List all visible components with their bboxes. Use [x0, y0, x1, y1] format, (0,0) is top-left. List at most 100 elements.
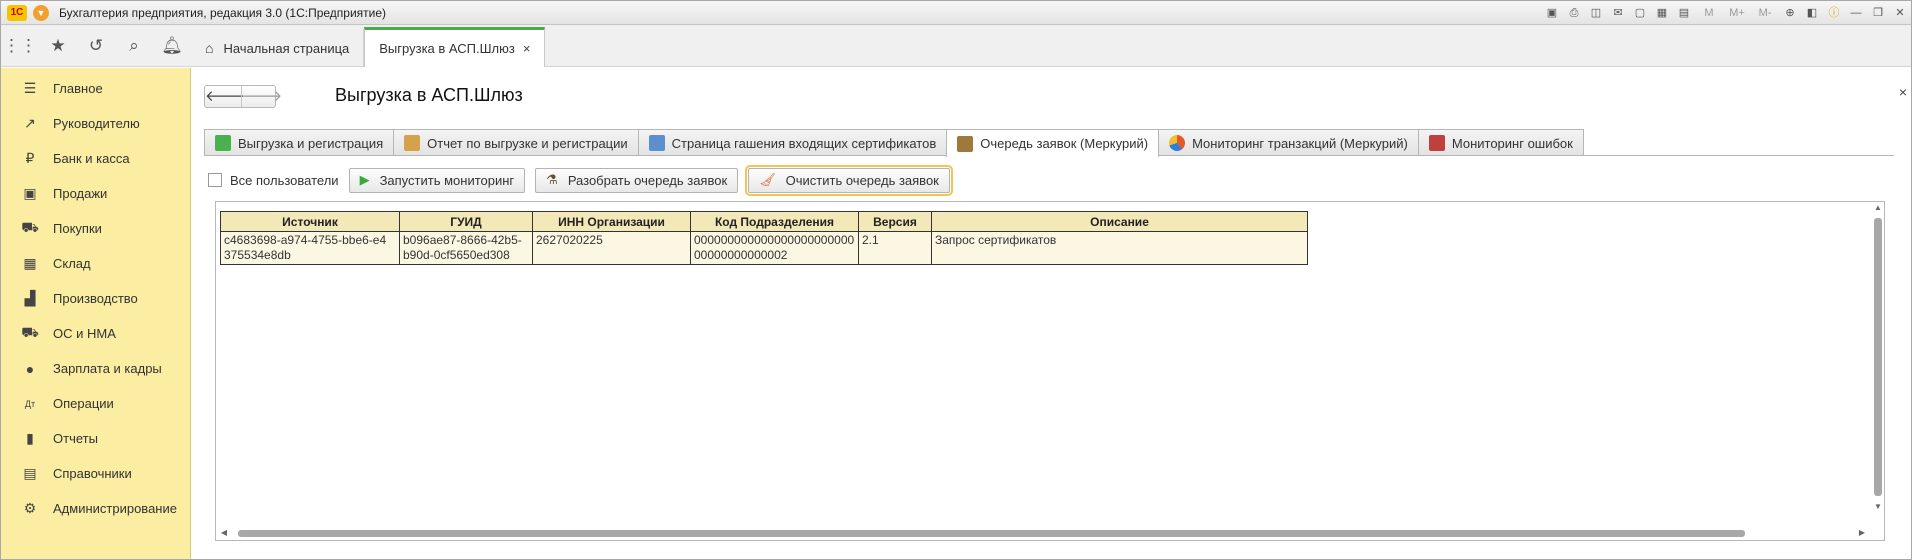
attach-icon[interactable]: ▢ [1631, 4, 1649, 22]
mail-icon[interactable]: ✉ [1609, 4, 1627, 22]
certificate-icon [648, 135, 665, 151]
column-header-guid[interactable]: ГУИД [399, 211, 533, 232]
tab-export-report[interactable]: Отчет по выгрузке и регистрации [393, 129, 639, 156]
cart-icon: ⛟ [21, 219, 39, 235]
column-header-inn[interactable]: ИНН Организации [532, 211, 691, 232]
info-icon[interactable]: ⓘ [1825, 4, 1843, 22]
scroll-right-arrow-icon[interactable]: ▶ [1856, 527, 1868, 539]
scroll-left-arrow-icon[interactable]: ◀ [218, 527, 230, 539]
all-users-checkbox[interactable] [208, 173, 222, 187]
column-header-version[interactable]: Версия [858, 211, 932, 232]
tab-export-registration[interactable]: Выгрузка и регистрация [204, 129, 395, 156]
forward-arrow-icon[interactable]: 🡒 [241, 86, 282, 107]
sidebar-item-label: Главное [53, 81, 103, 96]
sidebar-item-sales[interactable]: ▣ Продажи [1, 176, 190, 211]
preview-icon[interactable]: ◫ [1587, 4, 1605, 22]
sidebar-item-label: Покупки [53, 221, 102, 236]
app-logo-icon[interactable]: 1С [7, 4, 27, 21]
cell-line: 375534e8db [224, 248, 291, 262]
restore-icon[interactable]: ❐ [1869, 4, 1887, 22]
nav-arrows: 🡐 🡒 [204, 85, 282, 108]
cell-guid[interactable]: b096ae87-8666-42b5- b90d-0cf5650ed308 [399, 231, 533, 265]
sidebar-item-operations[interactable]: Дт Операции [1, 386, 190, 421]
parse-queue-button[interactable]: ⚗ Разобрать очередь заявок [535, 167, 739, 193]
vertical-scroll-thumb[interactable] [1874, 218, 1882, 496]
debit-credit-icon: Дт [24, 398, 36, 409]
cell-line: c4683698-a974-4755-bbe6-e4 [224, 233, 387, 247]
horizontal-scrollbar[interactable]: ◀ ▶ [216, 526, 1872, 540]
zoom-icon[interactable]: ⊕ [1781, 4, 1799, 22]
trend-icon: ↗ [24, 115, 36, 131]
sidebar-item-admin[interactable]: ⚙ Администрирование [1, 491, 190, 526]
cell-description[interactable]: Запрос сертификатов [931, 231, 1308, 265]
sidebar-item-warehouse[interactable]: ▦ Склад [1, 246, 190, 281]
calendar-icon[interactable]: ▤ [1675, 4, 1693, 22]
sidebar-item-manager[interactable]: ↗ Руководителю [1, 106, 190, 141]
close-form-icon[interactable]: × [1899, 84, 1907, 100]
tab-error-monitoring[interactable]: Мониторинг ошибок [1417, 129, 1584, 156]
cell-version[interactable]: 2.1 [858, 231, 932, 265]
column-header-division-code[interactable]: Код Подразделения [690, 211, 859, 232]
sidebar-item-purchases[interactable]: ⛟ Покупки [1, 211, 190, 246]
tab-label: Отчет по выгрузке и регистрации [427, 135, 628, 151]
tab-asp-gateway[interactable]: Выгрузка в АСП.Шлюз × [364, 27, 546, 67]
sidebar-item-label: Руководителю [53, 116, 140, 131]
book-icon: ▤ [23, 465, 37, 481]
queue-table: Источник ГУИД ИНН Организации Код Подраз… [220, 211, 1308, 265]
column-header-description[interactable]: Описание [931, 211, 1308, 232]
close-tab-icon[interactable]: × [523, 41, 531, 56]
vertical-scrollbar[interactable]: ▲ ▼ [1872, 202, 1884, 524]
sidebar-item-label: Склад [53, 256, 91, 271]
tab-transaction-monitoring[interactable]: Мониторинг транзакций (Меркурий) [1158, 129, 1419, 156]
print-icon[interactable]: ⎙ [1565, 4, 1583, 22]
sidebar-item-reports[interactable]: ▮ Отчеты [1, 421, 190, 456]
monitor-error-icon [1428, 135, 1445, 151]
queue-icon [957, 135, 974, 152]
tab-request-queue[interactable]: Очередь заявок (Меркурий) [946, 129, 1160, 157]
scroll-down-arrow-icon[interactable]: ▼ [1872, 502, 1884, 514]
bag-icon: ▣ [23, 185, 37, 201]
close-window-icon[interactable]: ✕ [1891, 4, 1909, 22]
clear-queue-button[interactable]: 🧹︎ Очистить очередь заявок [745, 164, 953, 196]
sections-grid-icon[interactable]: ⋮⋮ [1, 25, 39, 67]
memory-m-button[interactable]: M [1697, 4, 1721, 22]
sidebar-item-bank[interactable]: ₽ Банк и касса [1, 141, 190, 176]
history-icon[interactable]: ↺ [77, 25, 115, 67]
cell-line: 00000000000002 [694, 248, 788, 262]
cell-division-code[interactable]: 000000000000000000000000 00000000000002 [690, 231, 859, 265]
back-arrow-icon[interactable]: 🡐 [205, 86, 245, 107]
truck-icon: ⛟ [21, 324, 39, 340]
start-monitoring-button[interactable]: ▶ Запустить мониторинг [348, 167, 526, 193]
sections-sidebar: ☰ Главное ↗ Руководителю ₽ Банк и касса ▣ Пр… [1, 68, 191, 559]
sidebar-item-label: Зарплата и кадры [53, 361, 162, 376]
search-icon[interactable]: ⌕ [115, 25, 153, 67]
notifications-bell-icon[interactable]: 🔔︎ [153, 25, 191, 67]
horizontal-scroll-thumb[interactable] [238, 530, 1745, 537]
cell-inn[interactable]: 2627020225 [532, 231, 691, 265]
scroll-up-arrow-icon[interactable]: ▲ [1872, 203, 1884, 215]
save-icon[interactable]: ▣ [1543, 4, 1561, 22]
tab-label: Мониторинг транзакций (Меркурий) [1192, 135, 1408, 151]
sidebar-item-salary[interactable]: ● Зарплата и кадры [1, 351, 190, 386]
sidebar-item-catalogs[interactable]: ▤ Справочники [1, 456, 190, 491]
memory-plus-button[interactable]: M+ [1725, 4, 1749, 22]
main-menu-icon[interactable]: ▼ [33, 4, 49, 21]
minimize-icon[interactable]: — [1847, 4, 1865, 22]
window-title: Бухгалтерия предприятия, редакция 3.0 (1… [59, 5, 387, 20]
memory-minus-button[interactable]: M- [1753, 4, 1777, 22]
favorites-star-icon[interactable]: ★ [39, 25, 77, 67]
tab-certificate-redemption[interactable]: Страница гашения входящих сертификатов [637, 129, 948, 156]
play-icon: ▶ [359, 172, 370, 187]
sidebar-item-main[interactable]: ☰ Главное [1, 71, 190, 106]
form-area: 🡐 🡒 Выгрузка в АСП.Шлюз × Выгрузка и рег… [192, 68, 1911, 559]
sidebar-item-label: Справочники [53, 466, 132, 481]
table-row[interactable]: c4683698-a974-4755-bbe6-e4 375534e8db b09… [220, 231, 1308, 265]
column-header-source[interactable]: Источник [220, 211, 400, 232]
tab-label: Мониторинг ошибок [1451, 135, 1573, 151]
cell-source[interactable]: c4683698-a974-4755-bbe6-e4 375534e8db [220, 231, 400, 265]
tab-home-page[interactable]: ⌂ Начальная страница [191, 29, 365, 67]
sidebar-item-production[interactable]: ▟ Производство [1, 281, 190, 316]
panels-icon[interactable]: ◧ [1803, 4, 1821, 22]
calculator-icon[interactable]: ▦ [1653, 4, 1671, 22]
sidebar-item-assets[interactable]: ⛟ ОС и НМА [1, 316, 190, 351]
